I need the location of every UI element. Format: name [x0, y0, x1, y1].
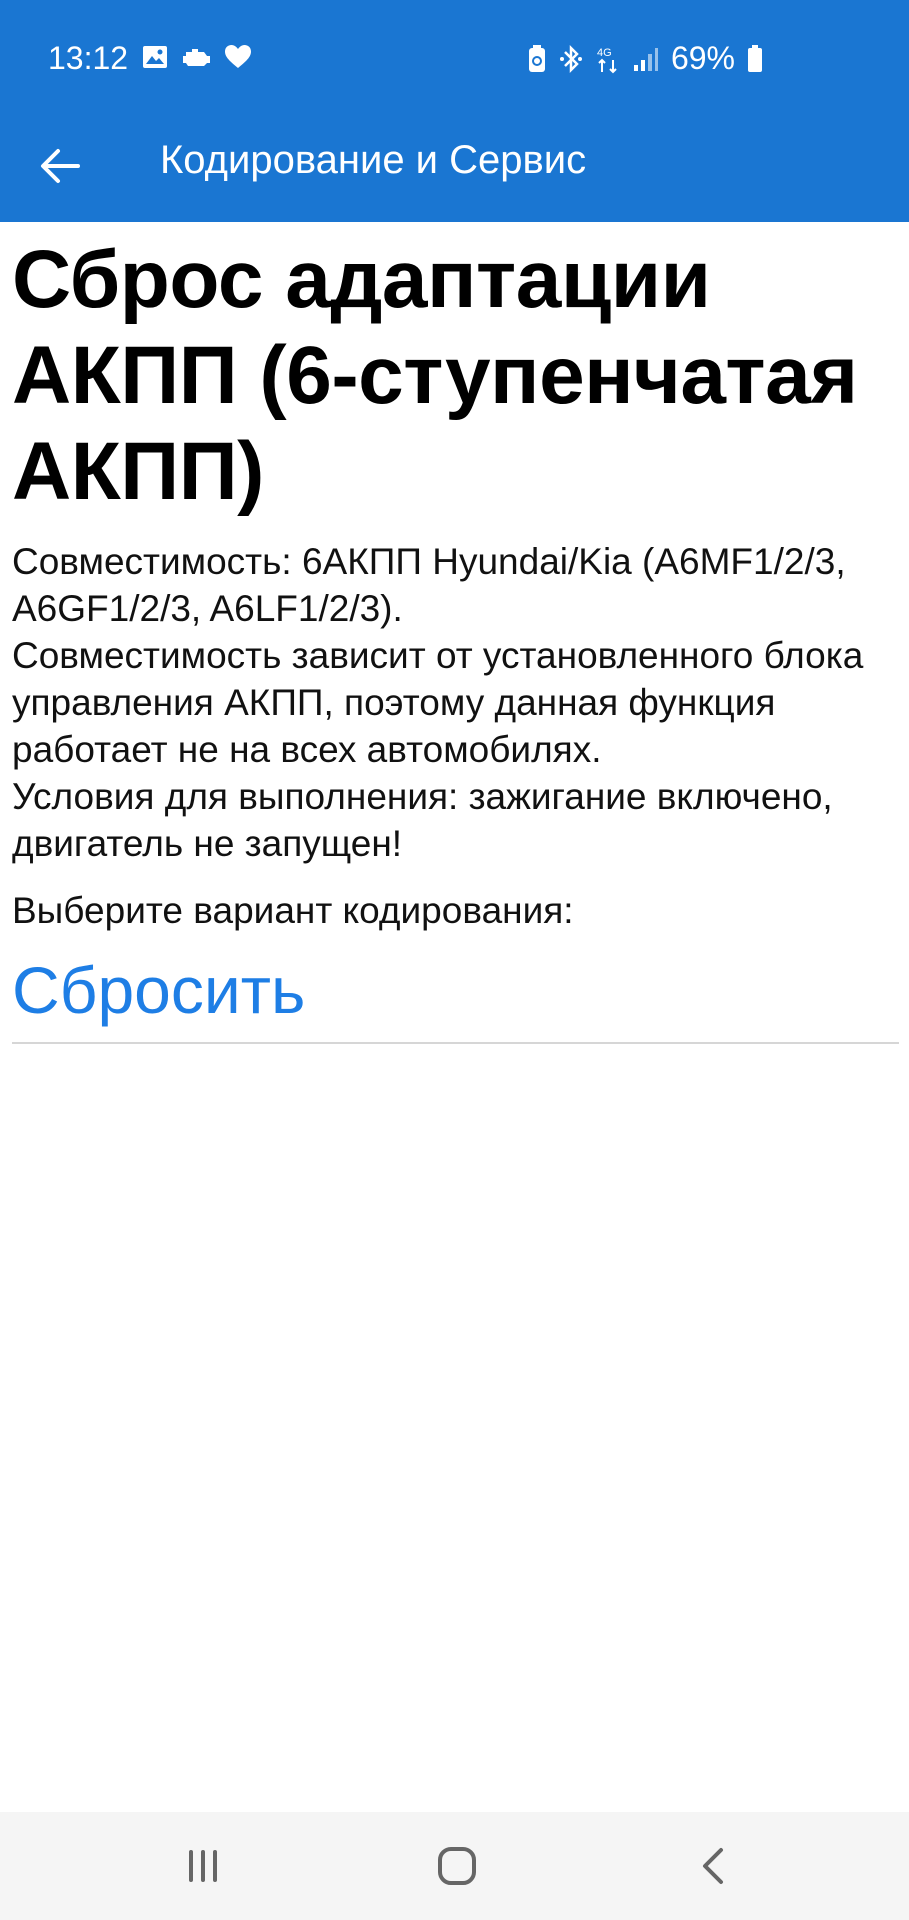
battery-saver-icon — [527, 44, 547, 73]
check-engine-icon — [180, 45, 212, 69]
back-button[interactable] — [30, 136, 90, 196]
signal-icon — [633, 46, 659, 72]
status-system-icons: 4G 69% — [527, 40, 763, 77]
coding-option-prompt: Выберите вариант кодирования: — [12, 890, 574, 931]
back-icon — [703, 1848, 723, 1884]
recent-apps-button[interactable] — [163, 1834, 243, 1898]
app-title: Кодирование и Сервис — [160, 138, 587, 182]
status-time: 13:12 — [48, 40, 129, 76]
reset-option-button[interactable]: Сбросить — [12, 950, 897, 1042]
heart-icon — [224, 44, 252, 70]
image-icon — [142, 44, 168, 70]
4g-data-icon: 4G — [595, 44, 621, 74]
system-back-button[interactable] — [672, 1834, 752, 1898]
status-notification-icons — [142, 44, 252, 70]
bluetooth-icon — [559, 44, 583, 74]
system-nav-bar — [0, 1812, 909, 1920]
main-content: Сброс адаптации АКПП (6-ступенчатая АКПП… — [12, 232, 899, 1044]
home-button[interactable] — [417, 1834, 497, 1898]
divider — [12, 1042, 899, 1044]
svg-text:4G: 4G — [597, 47, 612, 59]
arrow-back-icon — [41, 149, 80, 183]
recent-apps-icon — [189, 1850, 217, 1882]
battery-percent: 69% — [670, 40, 735, 76]
compatibility-description: Совместимость: 6АКПП Hyundai/Kia (A6MF1/… — [12, 541, 864, 864]
home-icon — [438, 1847, 476, 1885]
battery-icon — [747, 44, 763, 73]
top-bar: 13:12 4G 69% Кодирование и Сервис — [0, 0, 909, 222]
status-bar: 13:12 4G 69% — [0, 0, 909, 120]
page-heading: Сброс адаптации АКПП (6-ступенчатая АКПП… — [12, 234, 858, 517]
app-bar: Кодирование и Сервис — [0, 120, 909, 222]
